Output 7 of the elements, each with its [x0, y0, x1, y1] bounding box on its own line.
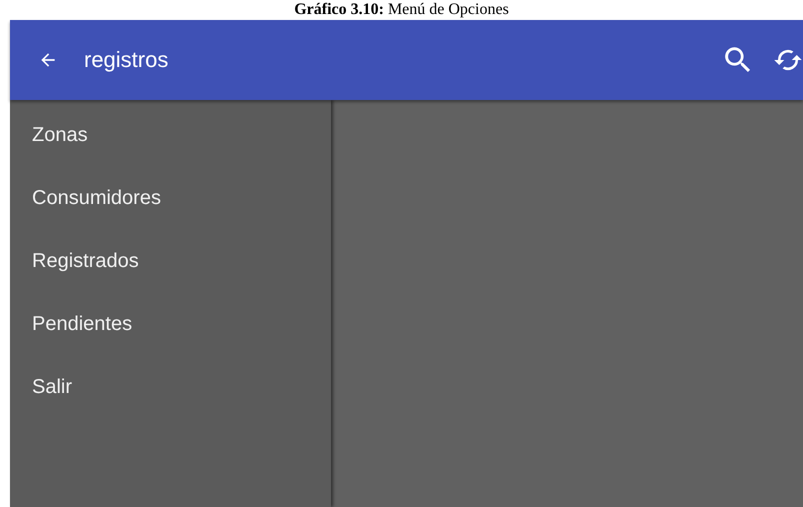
menu-item[interactable]: Consumidores: [10, 185, 161, 248]
app-title: registros: [84, 47, 168, 73]
menu-item[interactable]: Registrados: [10, 248, 139, 311]
figure-caption: Gráfico 3.10: Menú de Opciones: [294, 0, 509, 20]
menu-item[interactable]: Pendientes: [10, 311, 132, 374]
menu-item[interactable]: Salir: [10, 374, 72, 437]
menu-item[interactable]: Zonas: [10, 122, 88, 185]
